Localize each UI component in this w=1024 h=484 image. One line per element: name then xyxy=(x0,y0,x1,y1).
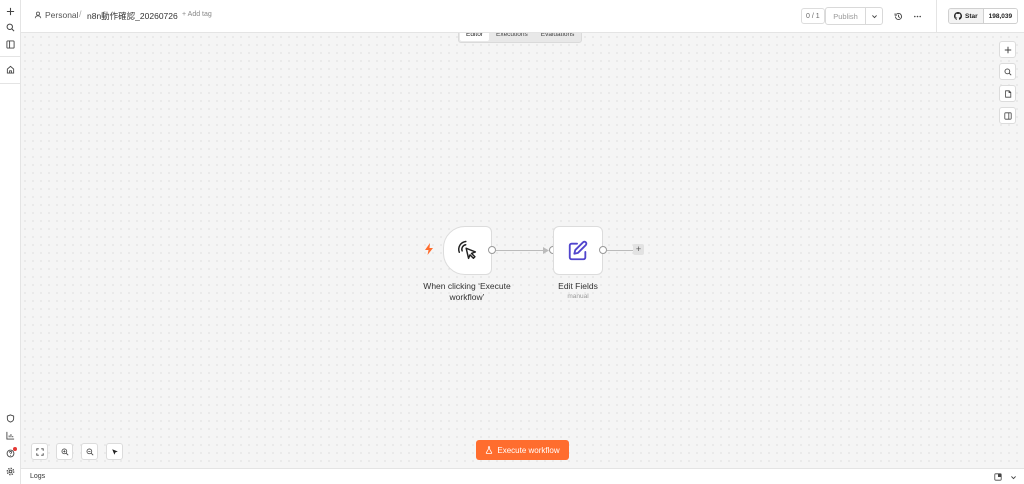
search-icon xyxy=(1004,68,1012,76)
edit-fields-node-label: Edit Fields xyxy=(558,281,598,291)
header-divider xyxy=(936,0,937,33)
github-star-widget[interactable]: Star 198,039 xyxy=(948,8,1019,24)
publish-button-group: Publish xyxy=(825,7,883,25)
add-tag-button[interactable]: + Add tag xyxy=(182,11,212,18)
canvas-bottom-toolbar xyxy=(31,443,123,460)
tab-editor[interactable]: Editor xyxy=(460,33,489,41)
zoom-in-button[interactable] xyxy=(56,443,73,460)
add-node-button[interactable] xyxy=(999,41,1016,58)
tab-evaluations[interactable]: Evaluations xyxy=(535,33,581,41)
execute-workflow-label: Execute workflow xyxy=(497,445,560,455)
search-icon[interactable] xyxy=(3,20,18,35)
home-icon[interactable] xyxy=(3,62,18,77)
trigger-node[interactable] xyxy=(443,226,492,275)
github-star-button[interactable]: Star xyxy=(949,9,984,23)
gear-icon[interactable] xyxy=(3,464,18,479)
github-icon xyxy=(954,12,962,20)
top-header: Personal / n8n動作確認_20260726 + Add tag 0 … xyxy=(21,0,1024,33)
add-next-node-button[interactable]: + xyxy=(633,244,644,255)
trigger-node-label: When clicking ‘Execute workflow’ xyxy=(423,281,511,302)
github-star-count[interactable]: 198,039 xyxy=(983,9,1018,23)
view-tabs: Editor Executions Evaluations xyxy=(458,33,583,43)
user-icon xyxy=(34,11,42,19)
plus-icon xyxy=(1004,46,1011,53)
sticky-note-icon xyxy=(1004,89,1011,98)
add-sticky-note-button[interactable] xyxy=(999,85,1016,102)
edit-fields-output-port[interactable] xyxy=(599,246,607,254)
trigger-output-port[interactable] xyxy=(488,246,496,254)
sidebar-divider xyxy=(0,56,21,57)
zoom-out-icon xyxy=(86,448,93,455)
zoom-in-icon xyxy=(61,448,68,455)
chevron-down-icon[interactable] xyxy=(866,8,882,24)
help-icon[interactable] xyxy=(3,446,18,461)
search-nodes-button[interactable] xyxy=(999,63,1016,80)
github-star-label: Star xyxy=(965,12,978,20)
logs-panel-toggle-icon[interactable] xyxy=(993,472,1003,482)
shield-icon[interactable] xyxy=(3,411,18,426)
plus-icon[interactable] xyxy=(3,4,18,19)
toggle-panel-button[interactable] xyxy=(999,107,1016,124)
zoom-out-button[interactable] xyxy=(81,443,98,460)
edit-fields-node[interactable] xyxy=(553,226,603,275)
execute-workflow-button[interactable]: Execute workflow xyxy=(476,440,569,460)
workflow-canvas[interactable]: Editor Executions Evaluations When click… xyxy=(21,33,1024,468)
edit-icon xyxy=(568,240,588,260)
breadcrumb-project[interactable]: Personal xyxy=(34,10,79,20)
edit-fields-node-subtitle: manual xyxy=(567,293,589,300)
panel-icon[interactable] xyxy=(3,37,18,52)
lightning-icon xyxy=(425,243,433,255)
history-icon[interactable] xyxy=(891,9,905,23)
notification-dot xyxy=(13,447,17,451)
logs-panel-bar[interactable]: Logs xyxy=(21,468,1024,484)
chart-icon[interactable] xyxy=(3,428,18,443)
fit-view-icon xyxy=(35,447,44,456)
panel-right-icon xyxy=(1003,111,1012,120)
chevron-down-icon[interactable] xyxy=(1008,472,1018,482)
flask-icon xyxy=(486,446,493,454)
more-options-icon[interactable] xyxy=(910,9,924,23)
connection-line[interactable] xyxy=(496,250,546,251)
canvas-right-toolbar xyxy=(999,41,1016,124)
version-badge: 0 / 1 xyxy=(801,8,825,24)
breadcrumb-separator: / xyxy=(79,9,82,19)
tab-executions[interactable]: Executions xyxy=(490,33,534,41)
pointer-mode-button[interactable] xyxy=(106,443,123,460)
pointer-icon xyxy=(111,448,118,455)
logs-label: Logs xyxy=(30,473,46,480)
fit-view-button[interactable] xyxy=(31,443,48,460)
publish-button[interactable]: Publish xyxy=(826,8,866,24)
breadcrumb-project-label: Personal xyxy=(45,10,79,20)
cursor-click-icon xyxy=(457,240,476,259)
sidebar-divider xyxy=(0,83,21,84)
left-sidebar xyxy=(0,0,21,484)
workflow-name[interactable]: n8n動作確認_20260726 xyxy=(87,10,178,22)
connection-line xyxy=(607,250,633,251)
